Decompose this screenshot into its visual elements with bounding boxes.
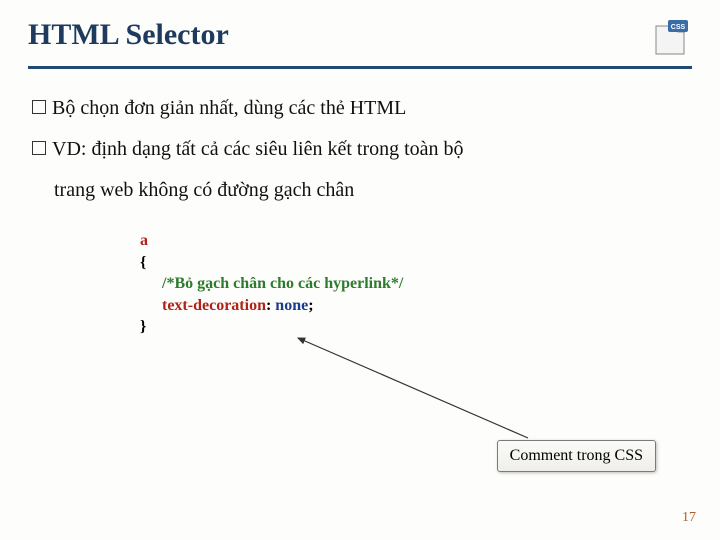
slide: HTML Selector CSS Bộ chọn đơn giản nhất,… xyxy=(0,0,720,540)
title-divider xyxy=(28,66,692,69)
code-comment: /*Bỏ gạch chân cho các hyperlink*/ xyxy=(140,273,692,295)
bullet-item-1: Bộ chọn đơn giản nhất, dùng các thẻ HTML xyxy=(32,93,692,124)
code-open-brace: { xyxy=(140,254,146,271)
bullet-list: Bộ chọn đơn giản nhất, dùng các thẻ HTML… xyxy=(28,93,692,206)
code-block: a { /*Bỏ gạch chân cho các hyperlink*/ t… xyxy=(140,230,692,338)
bullet-item-2: VD: định dạng tất cả các siêu liên kết t… xyxy=(32,134,692,165)
code-close-brace: } xyxy=(140,318,146,335)
callout-arrow-icon xyxy=(290,330,550,450)
svg-text:CSS: CSS xyxy=(671,24,686,31)
bullet-text: Bộ chọn đơn giản nhất, dùng các thẻ HTML xyxy=(52,93,406,124)
page-number: 17 xyxy=(682,510,696,526)
checkbox-bullet-icon xyxy=(32,141,46,155)
code-semicolon: ; xyxy=(308,297,313,314)
code-selector: a xyxy=(140,232,148,249)
checkbox-bullet-icon xyxy=(32,100,46,114)
bullet-text: VD: định dạng tất cả các siêu liên kết t… xyxy=(52,134,464,165)
code-value: none xyxy=(275,297,308,314)
code-declaration: text-decoration: none; xyxy=(140,295,692,317)
slide-title: HTML Selector xyxy=(28,18,229,52)
title-row: HTML Selector CSS xyxy=(28,18,692,56)
code-property: text-decoration xyxy=(162,297,266,314)
bullet-text: trang web không có đường gạch chân xyxy=(54,175,354,206)
css-file-icon: CSS xyxy=(650,18,692,56)
bullet-item-2-continuation: trang web không có đường gạch chân xyxy=(32,175,692,206)
code-colon: : xyxy=(266,297,275,314)
callout-box: Comment trong CSS xyxy=(497,440,656,472)
callout-text: Comment trong CSS xyxy=(510,447,643,464)
